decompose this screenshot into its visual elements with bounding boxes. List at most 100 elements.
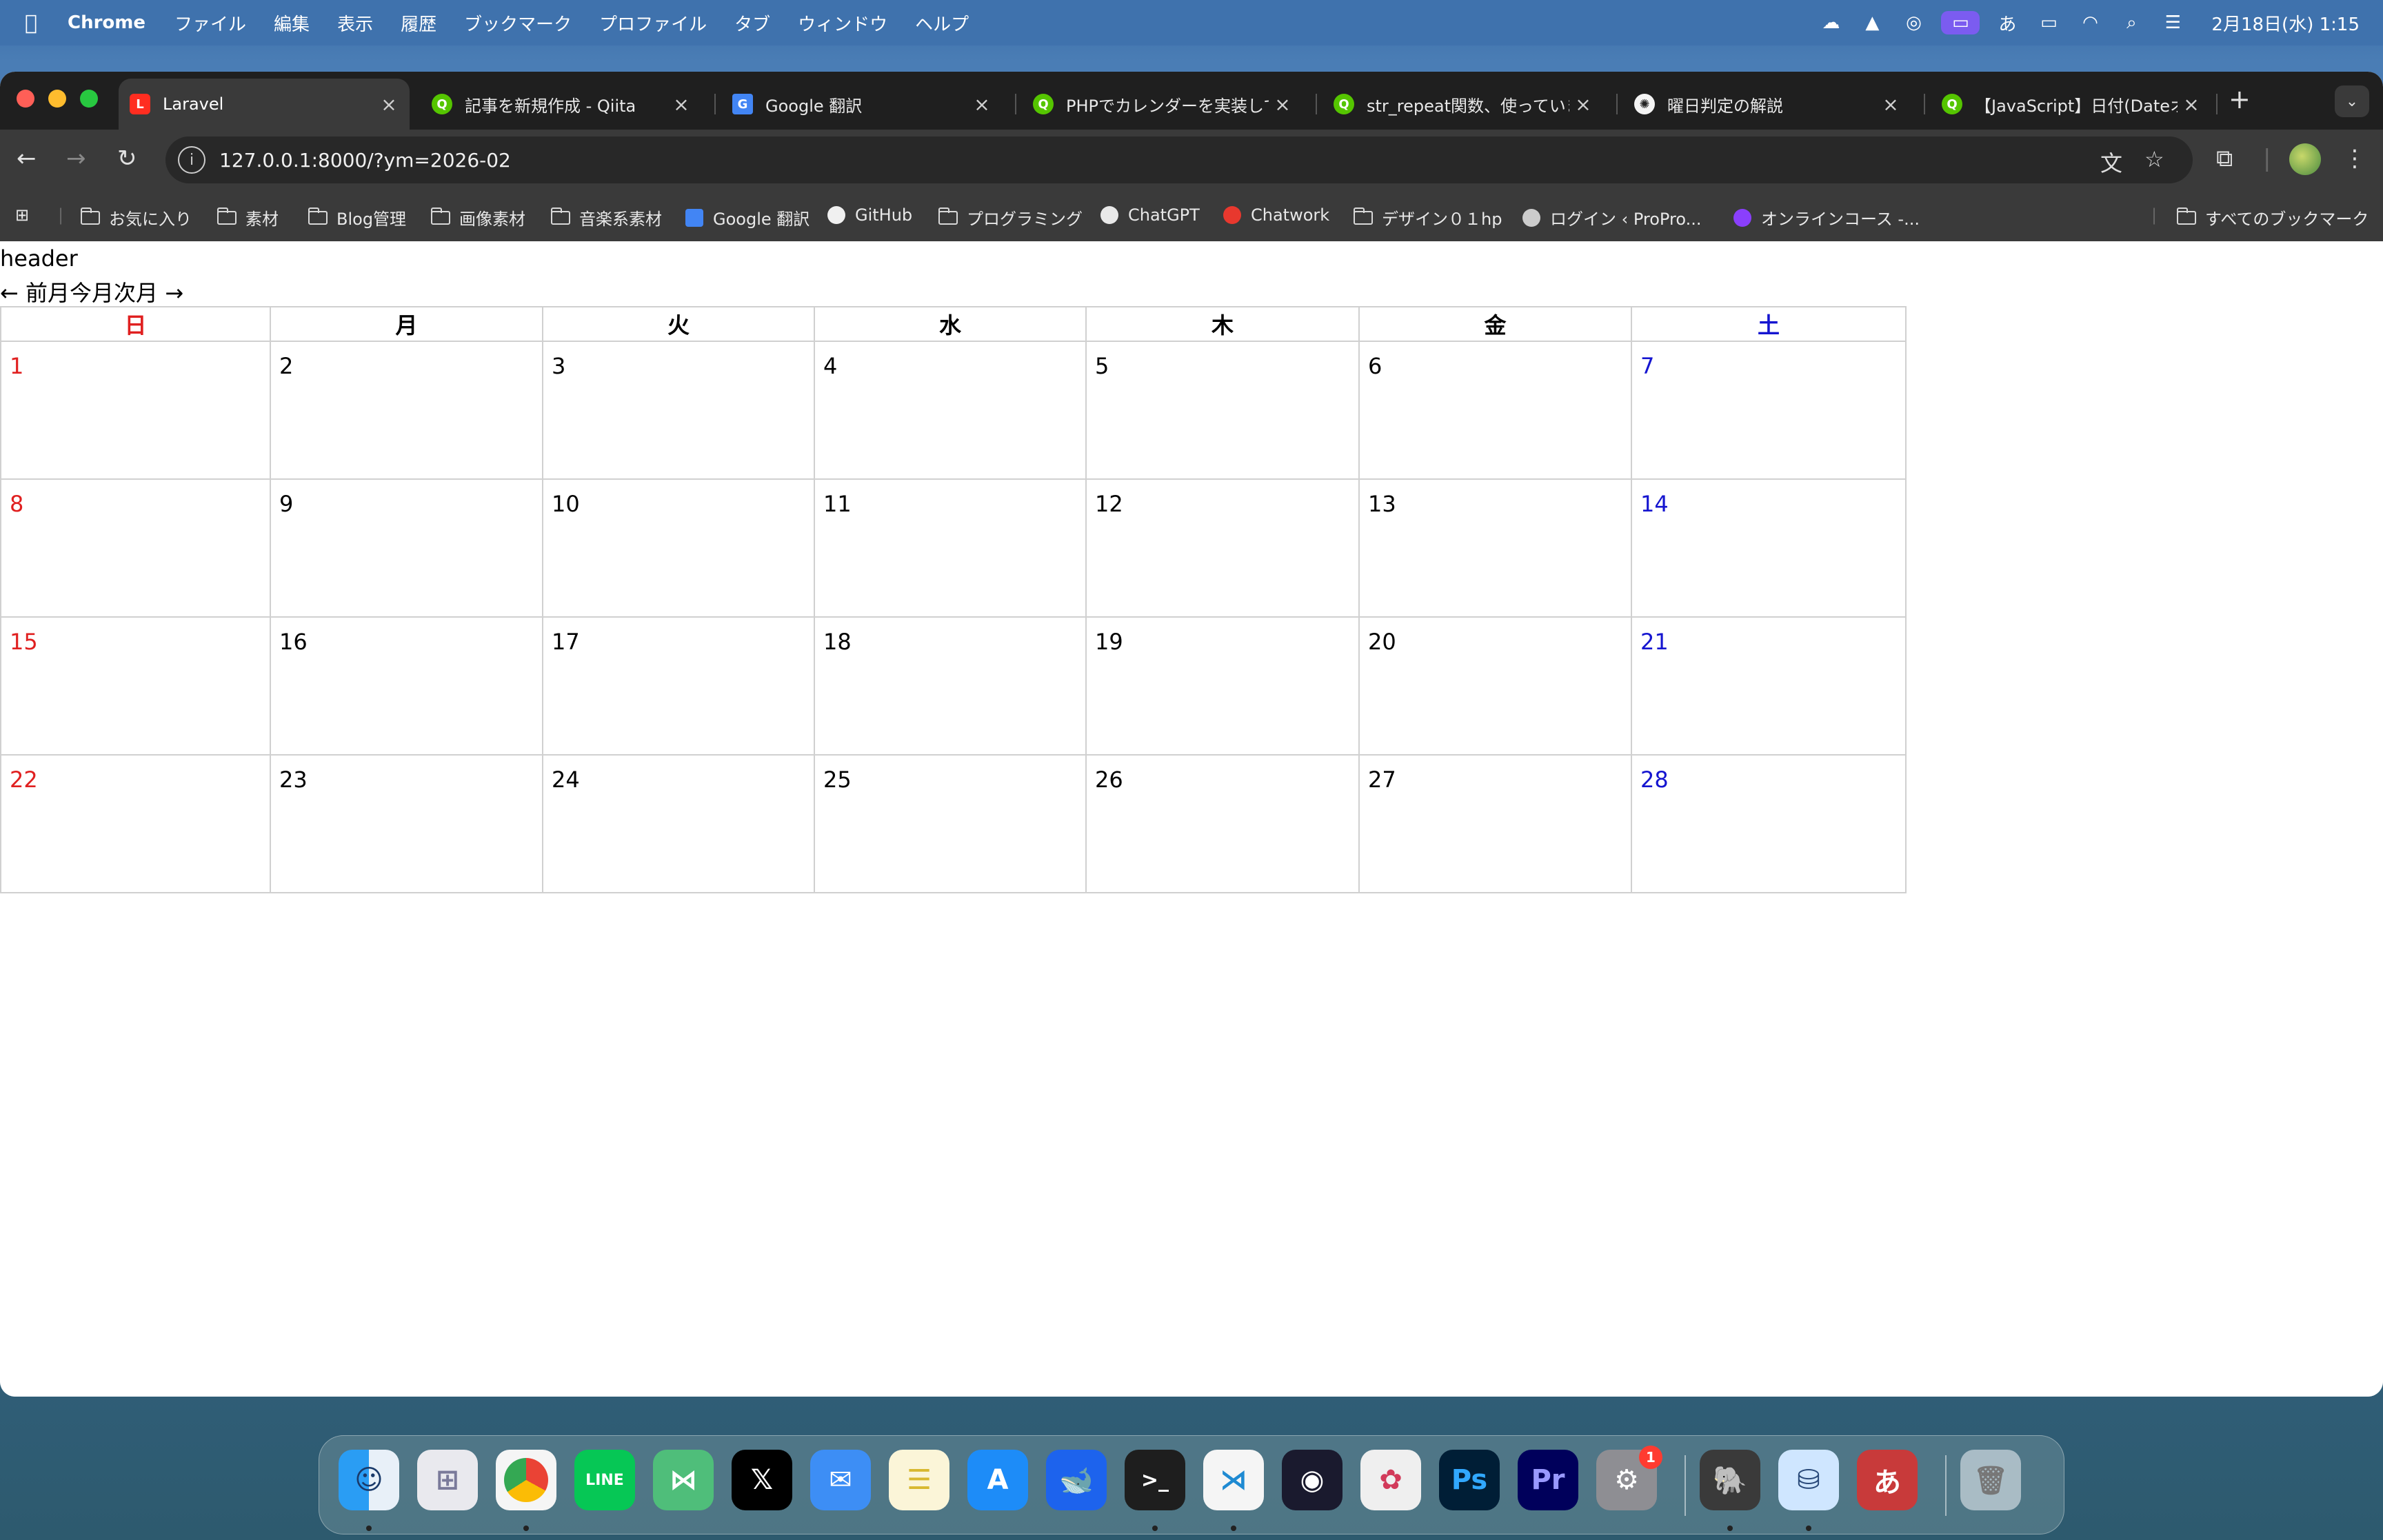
menu-clock[interactable]: 2月18日(水) 1:15: [2211, 10, 2360, 36]
tab-google-translate[interactable]: G Google 翻訳 ×: [721, 79, 1003, 130]
vscode-icon[interactable]: ⋊: [1203, 1450, 1264, 1510]
apps-grid-icon[interactable]: ⊞: [15, 205, 29, 225]
wifi-icon[interactable]: ◠: [2076, 11, 2104, 34]
menu-bookmarks[interactable]: ブックマーク: [464, 10, 572, 36]
bookmark-programming[interactable]: プログラミング: [938, 205, 1083, 230]
screen-mirror-icon[interactable]: ▭: [1941, 11, 1980, 34]
drive-icon[interactable]: ▲: [1858, 11, 1886, 34]
next-month-link[interactable]: 次月 →: [114, 280, 183, 306]
bookmark-music-materials[interactable]: 音楽系素材: [550, 205, 662, 230]
menu-view[interactable]: 表示: [337, 10, 373, 36]
prev-month-link[interactable]: ← 前月: [0, 280, 70, 306]
sequel-ace-icon[interactable]: ⛁: [1778, 1450, 1839, 1510]
address-bar[interactable]: i 127.0.0.1:8000/?ym=2026-02 文 ☆: [165, 136, 2193, 183]
launchpad-icon[interactable]: ⊞: [417, 1450, 478, 1510]
weekday-wed: 水: [814, 306, 1087, 342]
url-text[interactable]: 127.0.0.1:8000/?ym=2026-02: [219, 149, 511, 172]
close-tab-icon[interactable]: ×: [2178, 93, 2205, 116]
premiere-pro-icon[interactable]: Pr: [1518, 1450, 1578, 1510]
extensions-icon[interactable]: ⧉: [2216, 145, 2233, 172]
translate-icon[interactable]: 文: [2100, 146, 2122, 178]
bookmark-chatwork[interactable]: Chatwork: [1222, 205, 1329, 225]
tab-search-chevron-icon[interactable]: ⌄: [2335, 85, 2369, 117]
davinci-resolve-icon[interactable]: ✿: [1360, 1450, 1421, 1510]
bookmark-blog-admin[interactable]: Blog管理: [308, 205, 406, 230]
close-window-button[interactable]: [17, 90, 34, 108]
trash-icon[interactable]: 🗑: [1960, 1450, 2021, 1510]
bookmark-image-materials[interactable]: 画像素材: [430, 205, 525, 230]
screenshot-icon[interactable]: ◎: [1900, 11, 1927, 34]
close-tab-icon[interactable]: ×: [1569, 93, 1597, 116]
apple-icon[interactable]: : [25, 11, 37, 35]
tab-js-date[interactable]: Q 【JavaScript】日付(Dateオ ×: [1931, 79, 2212, 130]
spotlight-search-icon[interactable]: ⌕: [2118, 11, 2145, 34]
new-tab-icon[interactable]: +: [2229, 84, 2251, 114]
battery-icon[interactable]: ▭: [2035, 11, 2062, 34]
bookmark-star-icon[interactable]: ☆: [2144, 146, 2164, 172]
docker-icon[interactable]: 🐋: [1046, 1450, 1107, 1510]
menu-window[interactable]: ウィンドウ: [798, 10, 887, 36]
system-settings-icon[interactable]: ⚙ 1: [1596, 1446, 1662, 1510]
notification-badge: 1: [1639, 1446, 1662, 1469]
finder-icon[interactable]: ☺: [339, 1450, 399, 1510]
obs-icon[interactable]: ◉: [1282, 1450, 1343, 1510]
menu-file[interactable]: ファイル: [174, 10, 246, 36]
cloud-sync-icon[interactable]: ☁: [1817, 11, 1844, 34]
bookmark-online-course[interactable]: オンラインコース -...: [1732, 205, 1920, 230]
close-tab-icon[interactable]: ×: [375, 93, 403, 116]
day-cell: 9: [270, 478, 543, 618]
running-indicator: [1231, 1526, 1236, 1531]
all-bookmarks[interactable]: すべてのブックマーク: [2176, 205, 2369, 230]
mail-icon[interactable]: ✉: [810, 1450, 871, 1510]
app-store-icon[interactable]: A: [967, 1450, 1028, 1510]
notes-icon[interactable]: ☰: [889, 1450, 949, 1510]
menu-app-name[interactable]: Chrome: [68, 12, 145, 33]
x-icon[interactable]: 𝕏: [732, 1450, 792, 1510]
site-info-icon[interactable]: i: [178, 146, 205, 174]
bookmark-github[interactable]: GitHub: [826, 205, 912, 225]
menu-tab[interactable]: タブ: [734, 10, 770, 36]
close-tab-icon[interactable]: ×: [667, 93, 695, 116]
bookmark-propro-login[interactable]: ログイン ‹ ProPro...: [1521, 205, 1701, 230]
mailspring-icon[interactable]: ⋈: [653, 1450, 714, 1510]
line-icon[interactable]: LINE: [574, 1450, 635, 1510]
tab-weekday-explain[interactable]: ✺ 曜日判定の解説 ×: [1623, 79, 1911, 130]
input-method-icon[interactable]: あ: [1993, 11, 2021, 35]
photoshop-icon[interactable]: Ps: [1439, 1450, 1500, 1510]
tableplus-icon[interactable]: 🐘: [1700, 1450, 1760, 1510]
bookmark-chatgpt[interactable]: ChatGPT: [1099, 205, 1200, 225]
reload-icon[interactable]: ↻: [117, 145, 137, 172]
more-menu-icon[interactable]: ⋮: [2343, 145, 2366, 172]
tab-qiita-new[interactable]: Q 記事を新規作成 - Qiita ×: [421, 79, 702, 130]
forward-arrow-icon[interactable]: →: [66, 145, 86, 172]
menu-history[interactable]: 履歴: [401, 10, 436, 36]
qiita-icon: Q: [1942, 94, 1962, 114]
tab-php-calendar[interactable]: Q PHPでカレンダーを実装して ×: [1022, 79, 1303, 130]
close-tab-icon[interactable]: ×: [1269, 93, 1296, 116]
menu-profile[interactable]: プロファイル: [599, 10, 707, 36]
zoom-window-button[interactable]: [80, 90, 98, 108]
terminal-icon[interactable]: >_: [1125, 1450, 1185, 1510]
control-center-icon[interactable]: ☰: [2159, 11, 2186, 34]
bookmark-google-translate[interactable]: Google 翻訳: [684, 205, 810, 230]
chrome-icon[interactable]: [496, 1450, 556, 1510]
dictionary-icon[interactable]: あ: [1857, 1450, 1918, 1510]
close-tab-icon[interactable]: ×: [968, 93, 996, 116]
day-cell: 17: [542, 616, 815, 756]
menu-edit[interactable]: 編集: [274, 10, 310, 36]
bookmark-design[interactable]: デザイン０１hp: [1353, 205, 1502, 230]
minimize-window-button[interactable]: [48, 90, 66, 108]
day-cell: 7: [1631, 341, 1907, 480]
tab-laravel[interactable]: L Laravel ×: [119, 79, 410, 130]
bookmark-favorites[interactable]: お気に入り: [80, 205, 192, 230]
current-month-link[interactable]: 今月: [70, 280, 114, 306]
back-arrow-icon[interactable]: ←: [17, 145, 37, 172]
bookmark-materials[interactable]: 素材: [217, 205, 279, 230]
tab-title: Google 翻訳: [765, 96, 863, 116]
menu-help[interactable]: ヘルプ: [915, 10, 969, 36]
tab-str-repeat[interactable]: Q str_repeat関数、使っていま ×: [1323, 79, 1604, 130]
day-cell: 24: [542, 754, 815, 893]
close-tab-icon[interactable]: ×: [1877, 93, 1904, 116]
profile-avatar[interactable]: [2289, 143, 2321, 175]
tab-separator: [1015, 94, 1016, 114]
